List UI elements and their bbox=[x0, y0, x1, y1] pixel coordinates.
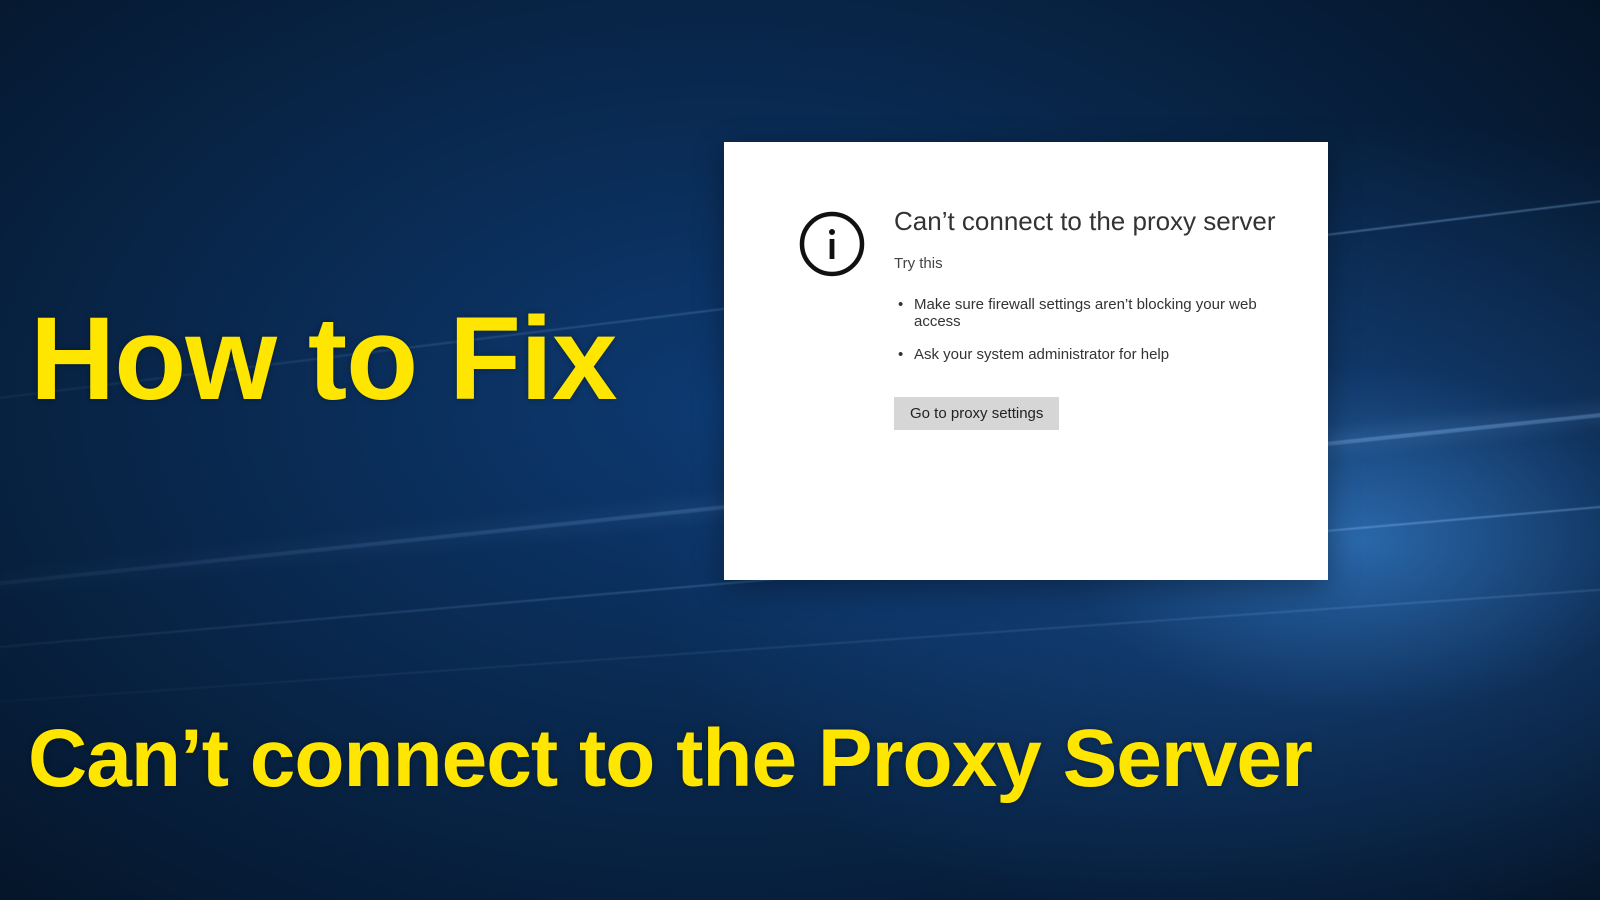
info-icon bbox=[798, 210, 866, 540]
headline-top: How to Fix bbox=[30, 300, 617, 418]
error-title: Can’t connect to the proxy server bbox=[894, 206, 1288, 237]
go-to-proxy-settings-button[interactable]: Go to proxy settings bbox=[894, 397, 1059, 430]
error-body: Can’t connect to the proxy server Try th… bbox=[894, 206, 1288, 540]
tutorial-thumbnail: How to Fix Can’t connect to the Proxy Se… bbox=[0, 0, 1600, 900]
list-item: Make sure firewall settings aren’t block… bbox=[894, 296, 1288, 330]
headline-bottom: Can’t connect to the Proxy Server bbox=[28, 718, 1312, 800]
error-dialog: Can’t connect to the proxy server Try th… bbox=[724, 142, 1328, 580]
list-item: Ask your system administrator for help bbox=[894, 346, 1288, 363]
error-suggestion-list: Make sure firewall settings aren’t block… bbox=[894, 296, 1288, 363]
error-subtitle: Try this bbox=[894, 255, 1288, 272]
